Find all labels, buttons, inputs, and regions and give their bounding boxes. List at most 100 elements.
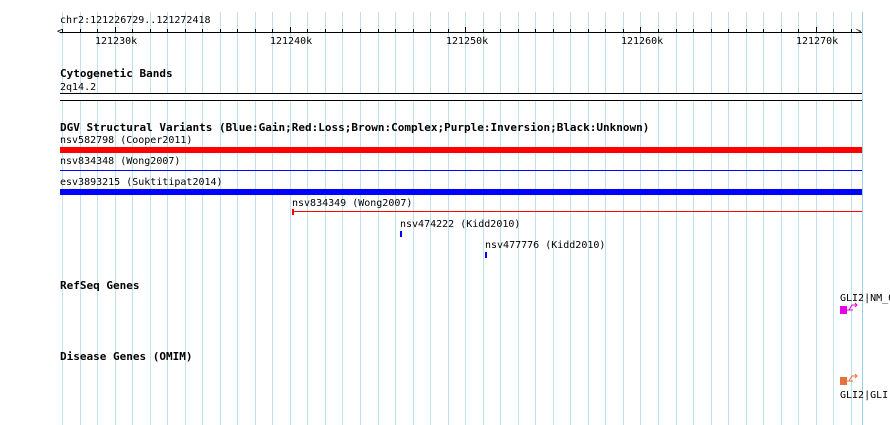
ruler-minor-tick <box>746 29 747 33</box>
ruler-minor-tick <box>623 29 624 33</box>
grid-line <box>325 12 326 425</box>
ruler-minor-tick <box>570 29 571 33</box>
ruler-minor-tick <box>781 29 782 33</box>
ruler-major-tick <box>816 27 817 33</box>
track-title-omim[interactable]: Disease Genes (OMIM) <box>60 351 192 363</box>
grid-line <box>237 12 238 425</box>
grid-line <box>658 12 659 425</box>
variant-label: esv3893215 (Suktitipat2014) <box>60 177 223 188</box>
grid-line <box>535 12 536 425</box>
ruler-major-tick <box>115 27 116 33</box>
variant-label: nsv582798 (Cooper2011) <box>60 135 193 146</box>
ruler-right-arrow-icon: > <box>856 27 862 37</box>
ruler-minor-tick <box>80 29 81 33</box>
ruler-minor-tick <box>185 29 186 33</box>
ruler-minor-tick <box>676 29 677 33</box>
ruler-minor-tick <box>255 29 256 33</box>
ruler-tick-label: 121270k <box>796 36 839 47</box>
ruler-minor-tick <box>430 29 431 33</box>
ruler-minor-tick <box>728 29 729 33</box>
ruler-minor-tick <box>483 29 484 33</box>
grid-line <box>290 12 291 425</box>
ruler-tick-label: 121240k <box>270 36 313 47</box>
cytoband-label: 2q14.2 <box>60 82 97 93</box>
gene-glyph-omim[interactable] <box>839 373 865 389</box>
ruler-minor-tick <box>851 29 852 33</box>
grid-line <box>272 12 273 425</box>
grid-line <box>360 12 361 425</box>
grid-line <box>588 12 589 425</box>
cytoband-bar[interactable] <box>60 93 862 101</box>
ruler-minor-tick <box>132 29 133 33</box>
ruler-minor-tick <box>448 29 449 33</box>
ruler-minor-tick <box>237 29 238 33</box>
ruler-tick-label: 121260k <box>621 36 664 47</box>
ruler-minor-tick <box>763 29 764 33</box>
variant-bar-loss[interactable] <box>60 147 862 153</box>
grid-line <box>605 12 606 425</box>
grid-line <box>220 12 221 425</box>
grid-line <box>570 12 571 425</box>
grid-line <box>553 12 554 425</box>
variant-label: nsv834348 (Wong2007) <box>60 156 181 167</box>
variant-label: nsv474222 (Kidd2010) <box>400 219 521 230</box>
ruler-minor-tick <box>342 29 343 33</box>
gene-label: GLI2|GLI <box>840 390 889 401</box>
grid-line <box>693 12 694 425</box>
grid-line <box>342 12 343 425</box>
locus-label: chr2:121226729..121272418 <box>60 15 211 26</box>
grid-line <box>676 12 677 425</box>
ruler-minor-tick <box>535 29 536 33</box>
ruler-major-tick <box>290 27 291 33</box>
ruler-minor-tick <box>658 29 659 33</box>
grid-line <box>185 12 186 425</box>
ruler-minor-tick <box>395 29 396 33</box>
ruler-minor-tick <box>220 29 221 33</box>
variant-bar-gain[interactable] <box>60 170 862 171</box>
grid-line <box>255 12 256 425</box>
variant-start-marker <box>292 209 294 215</box>
grid-line <box>640 12 641 425</box>
ruler-tick-label: 121230k <box>95 36 138 47</box>
grid-line <box>763 12 764 425</box>
variant-bar-loss[interactable] <box>292 211 862 212</box>
grid-line <box>746 12 747 425</box>
grid-line <box>833 12 834 425</box>
ruler-minor-tick <box>202 29 203 33</box>
grid-line <box>623 12 624 425</box>
track-title-cytobands[interactable]: Cytogenetic Bands <box>60 68 173 80</box>
variant-bar-gain[interactable] <box>400 231 402 237</box>
gene-exon <box>840 377 847 385</box>
gene-exon <box>840 306 847 314</box>
variant-label: nsv477776 (Kidd2010) <box>485 240 606 251</box>
track-title-dgv[interactable]: DGV Structural Variants (Blue:Gain;Red:L… <box>60 122 649 134</box>
ruler-minor-tick <box>150 29 151 33</box>
genome-browser-view: chr2:121226729..121272418 < > 121230k 12… <box>0 0 890 425</box>
track-title-refseq[interactable]: RefSeq Genes <box>60 280 139 292</box>
ruler-minor-tick <box>97 29 98 33</box>
ruler-minor-tick <box>605 29 606 33</box>
grid-line <box>781 12 782 425</box>
ruler-tick-label: 121250k <box>446 36 489 47</box>
ruler-minor-tick <box>711 29 712 33</box>
variant-bar-gain[interactable] <box>60 189 862 195</box>
ruler-minor-tick <box>167 29 168 33</box>
ruler-minor-tick <box>307 29 308 33</box>
grid-line <box>711 12 712 425</box>
grid-line <box>798 12 799 425</box>
ruler-minor-tick <box>518 29 519 33</box>
ruler-minor-tick <box>62 29 63 33</box>
grid-line <box>378 12 379 425</box>
ruler-minor-tick <box>378 29 379 33</box>
gene-glyph-refseq[interactable] <box>839 302 865 318</box>
ruler-major-tick <box>465 27 466 33</box>
ruler-minor-tick <box>588 29 589 33</box>
variant-bar-gain[interactable] <box>485 252 487 258</box>
ruler-minor-tick <box>553 29 554 33</box>
ruler-major-tick <box>640 27 641 33</box>
ruler-minor-tick <box>500 29 501 33</box>
grid-line <box>862 12 863 425</box>
ruler-minor-tick <box>360 29 361 33</box>
grid-line <box>816 12 817 425</box>
grid-line <box>202 12 203 425</box>
